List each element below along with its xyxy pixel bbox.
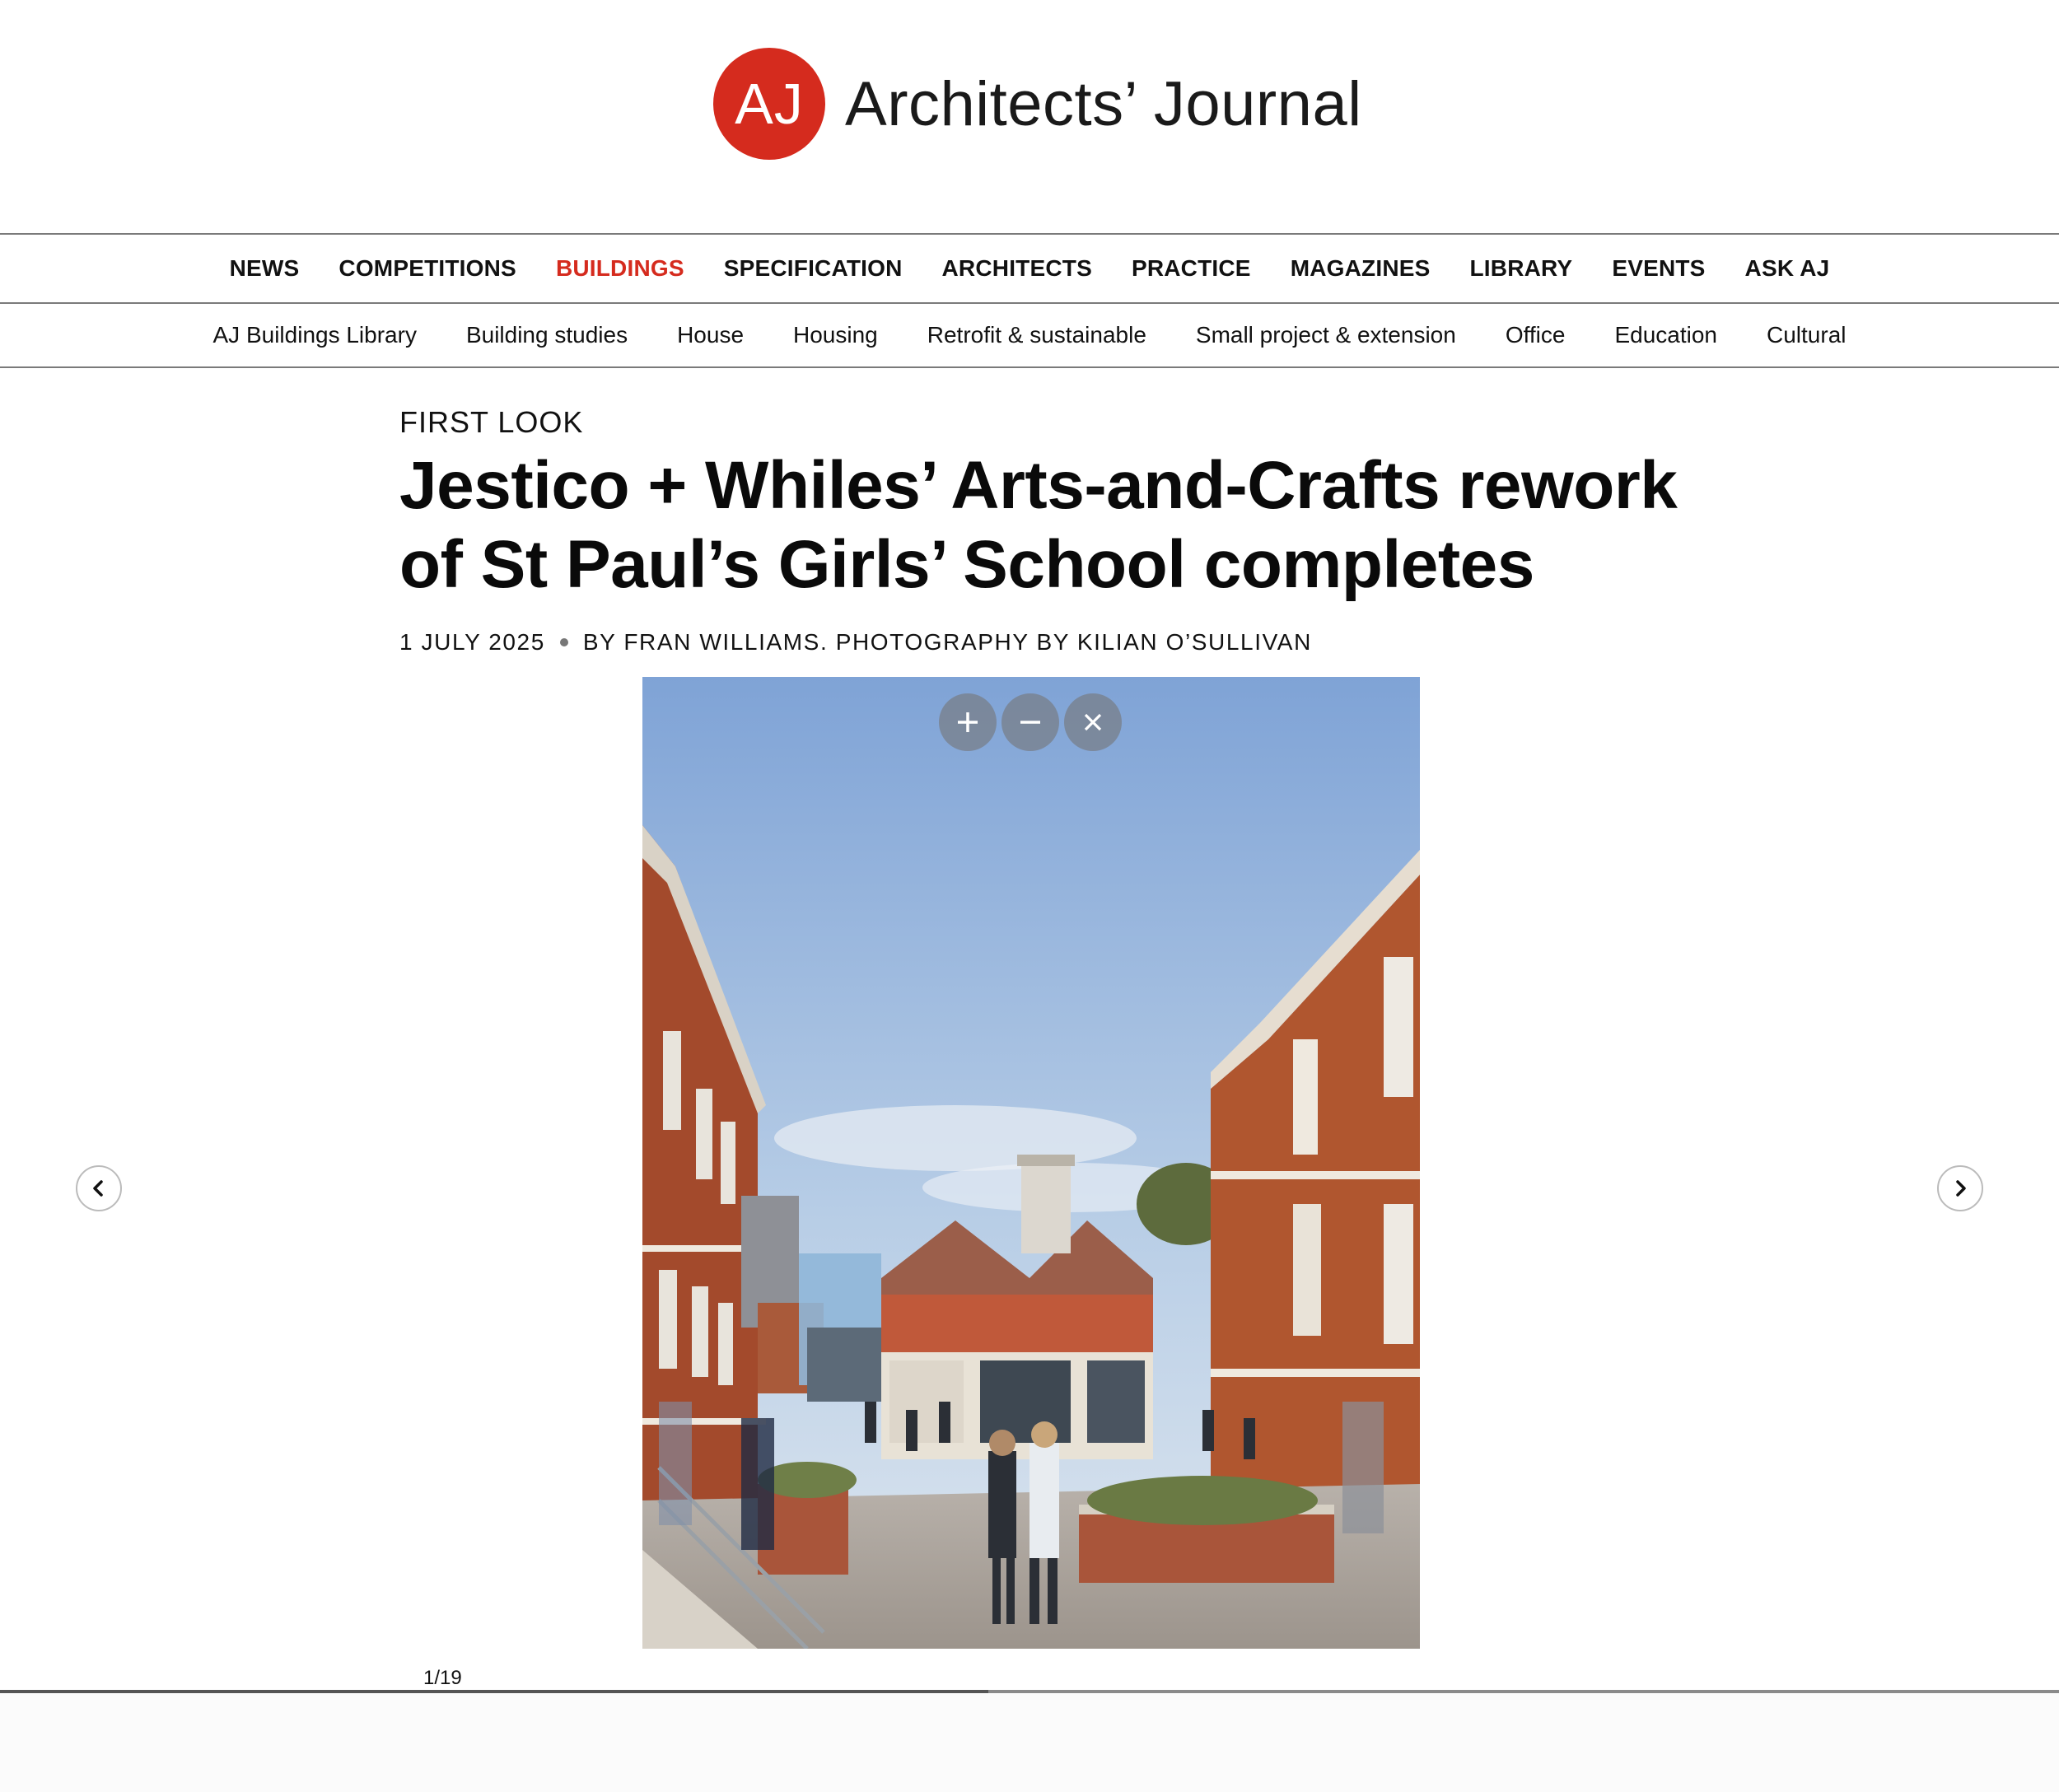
chevron-left-icon (93, 1180, 103, 1197)
plus-icon (958, 712, 978, 732)
nav-item-magazines[interactable]: MAGAZINES (1291, 255, 1431, 282)
subnav-item-small-project-extension[interactable]: Small project & extension (1196, 322, 1456, 348)
nav-item-specification[interactable]: SPECIFICATION (724, 255, 903, 282)
subnav-item-education[interactable]: Education (1614, 322, 1717, 348)
article-headline: Jestico + Whiles’ Arts-and-Crafts rework… (399, 446, 1684, 604)
chevron-right-icon (1956, 1180, 1966, 1197)
nav-item-library[interactable]: LIBRARY (1470, 255, 1573, 282)
article-byline: 1 JULY 2025 BY FRAN WILLIAMS. PHOTOGRAPH… (399, 629, 1312, 656)
subnav-item-house[interactable]: House (677, 322, 744, 348)
subnav-item-aj-buildings-library[interactable]: AJ Buildings Library (213, 322, 417, 348)
article-author: BY FRAN WILLIAMS. PHOTOGRAPHY BY KILIAN … (582, 629, 1312, 655)
logo-badge: AJ (713, 48, 825, 160)
article-kicker[interactable]: FIRST LOOK (399, 405, 583, 440)
secondary-nav: AJ Buildings Library Building studies Ho… (0, 304, 2059, 368)
subnav-item-office[interactable]: Office (1506, 322, 1566, 348)
nav-item-competitions[interactable]: COMPETITIONS (338, 255, 516, 282)
close-icon (1084, 713, 1102, 731)
subnav-item-retrofit-sustainable[interactable]: Retrofit & sustainable (927, 322, 1146, 348)
nav-item-news[interactable]: NEWS (230, 255, 300, 282)
separator-dot (559, 638, 568, 646)
masthead: AJ Architects’ Journal (0, 0, 2059, 233)
site-name: Architects’ Journal (845, 68, 1362, 139)
nav-item-buildings[interactable]: BUILDINGS (556, 255, 684, 282)
zoom-out-button[interactable] (1001, 693, 1059, 751)
nav-item-ask-aj[interactable]: ASK AJ (1745, 255, 1830, 282)
subnav-item-building-studies[interactable]: Building studies (466, 322, 628, 348)
nav-item-architects[interactable]: ARCHITECTS (942, 255, 1092, 282)
previous-image-button[interactable] (76, 1165, 122, 1211)
next-image-button[interactable] (1937, 1165, 1983, 1211)
close-button[interactable] (1064, 693, 1122, 751)
school-courtyard-photo (642, 677, 1420, 1649)
minus-icon (1020, 721, 1040, 724)
gallery-photo[interactable] (642, 677, 1420, 1649)
zoom-in-button[interactable] (939, 693, 997, 751)
gallery-counter: 1/19 (423, 1667, 462, 1689)
nav-item-practice[interactable]: PRACTICE (1132, 255, 1251, 282)
headline-line-1: Jestico + Whiles’ Arts-and-Crafts rework (399, 448, 1678, 523)
nav-item-events[interactable]: EVENTS (1612, 255, 1705, 282)
headline-line-2: of St Paul’s Girls’ School completes (399, 527, 1534, 602)
site-logo[interactable]: AJ Architects’ Journal (713, 48, 1362, 160)
subnav-item-cultural[interactable]: Cultural (1767, 322, 1846, 348)
footer-band (0, 1693, 2059, 1792)
article-date: 1 JULY 2025 (399, 629, 545, 655)
subnav-item-housing[interactable]: Housing (793, 322, 878, 348)
primary-nav: NEWS COMPETITIONS BUILDINGS SPECIFICATIO… (0, 233, 2059, 304)
zoom-controls (939, 693, 1122, 751)
